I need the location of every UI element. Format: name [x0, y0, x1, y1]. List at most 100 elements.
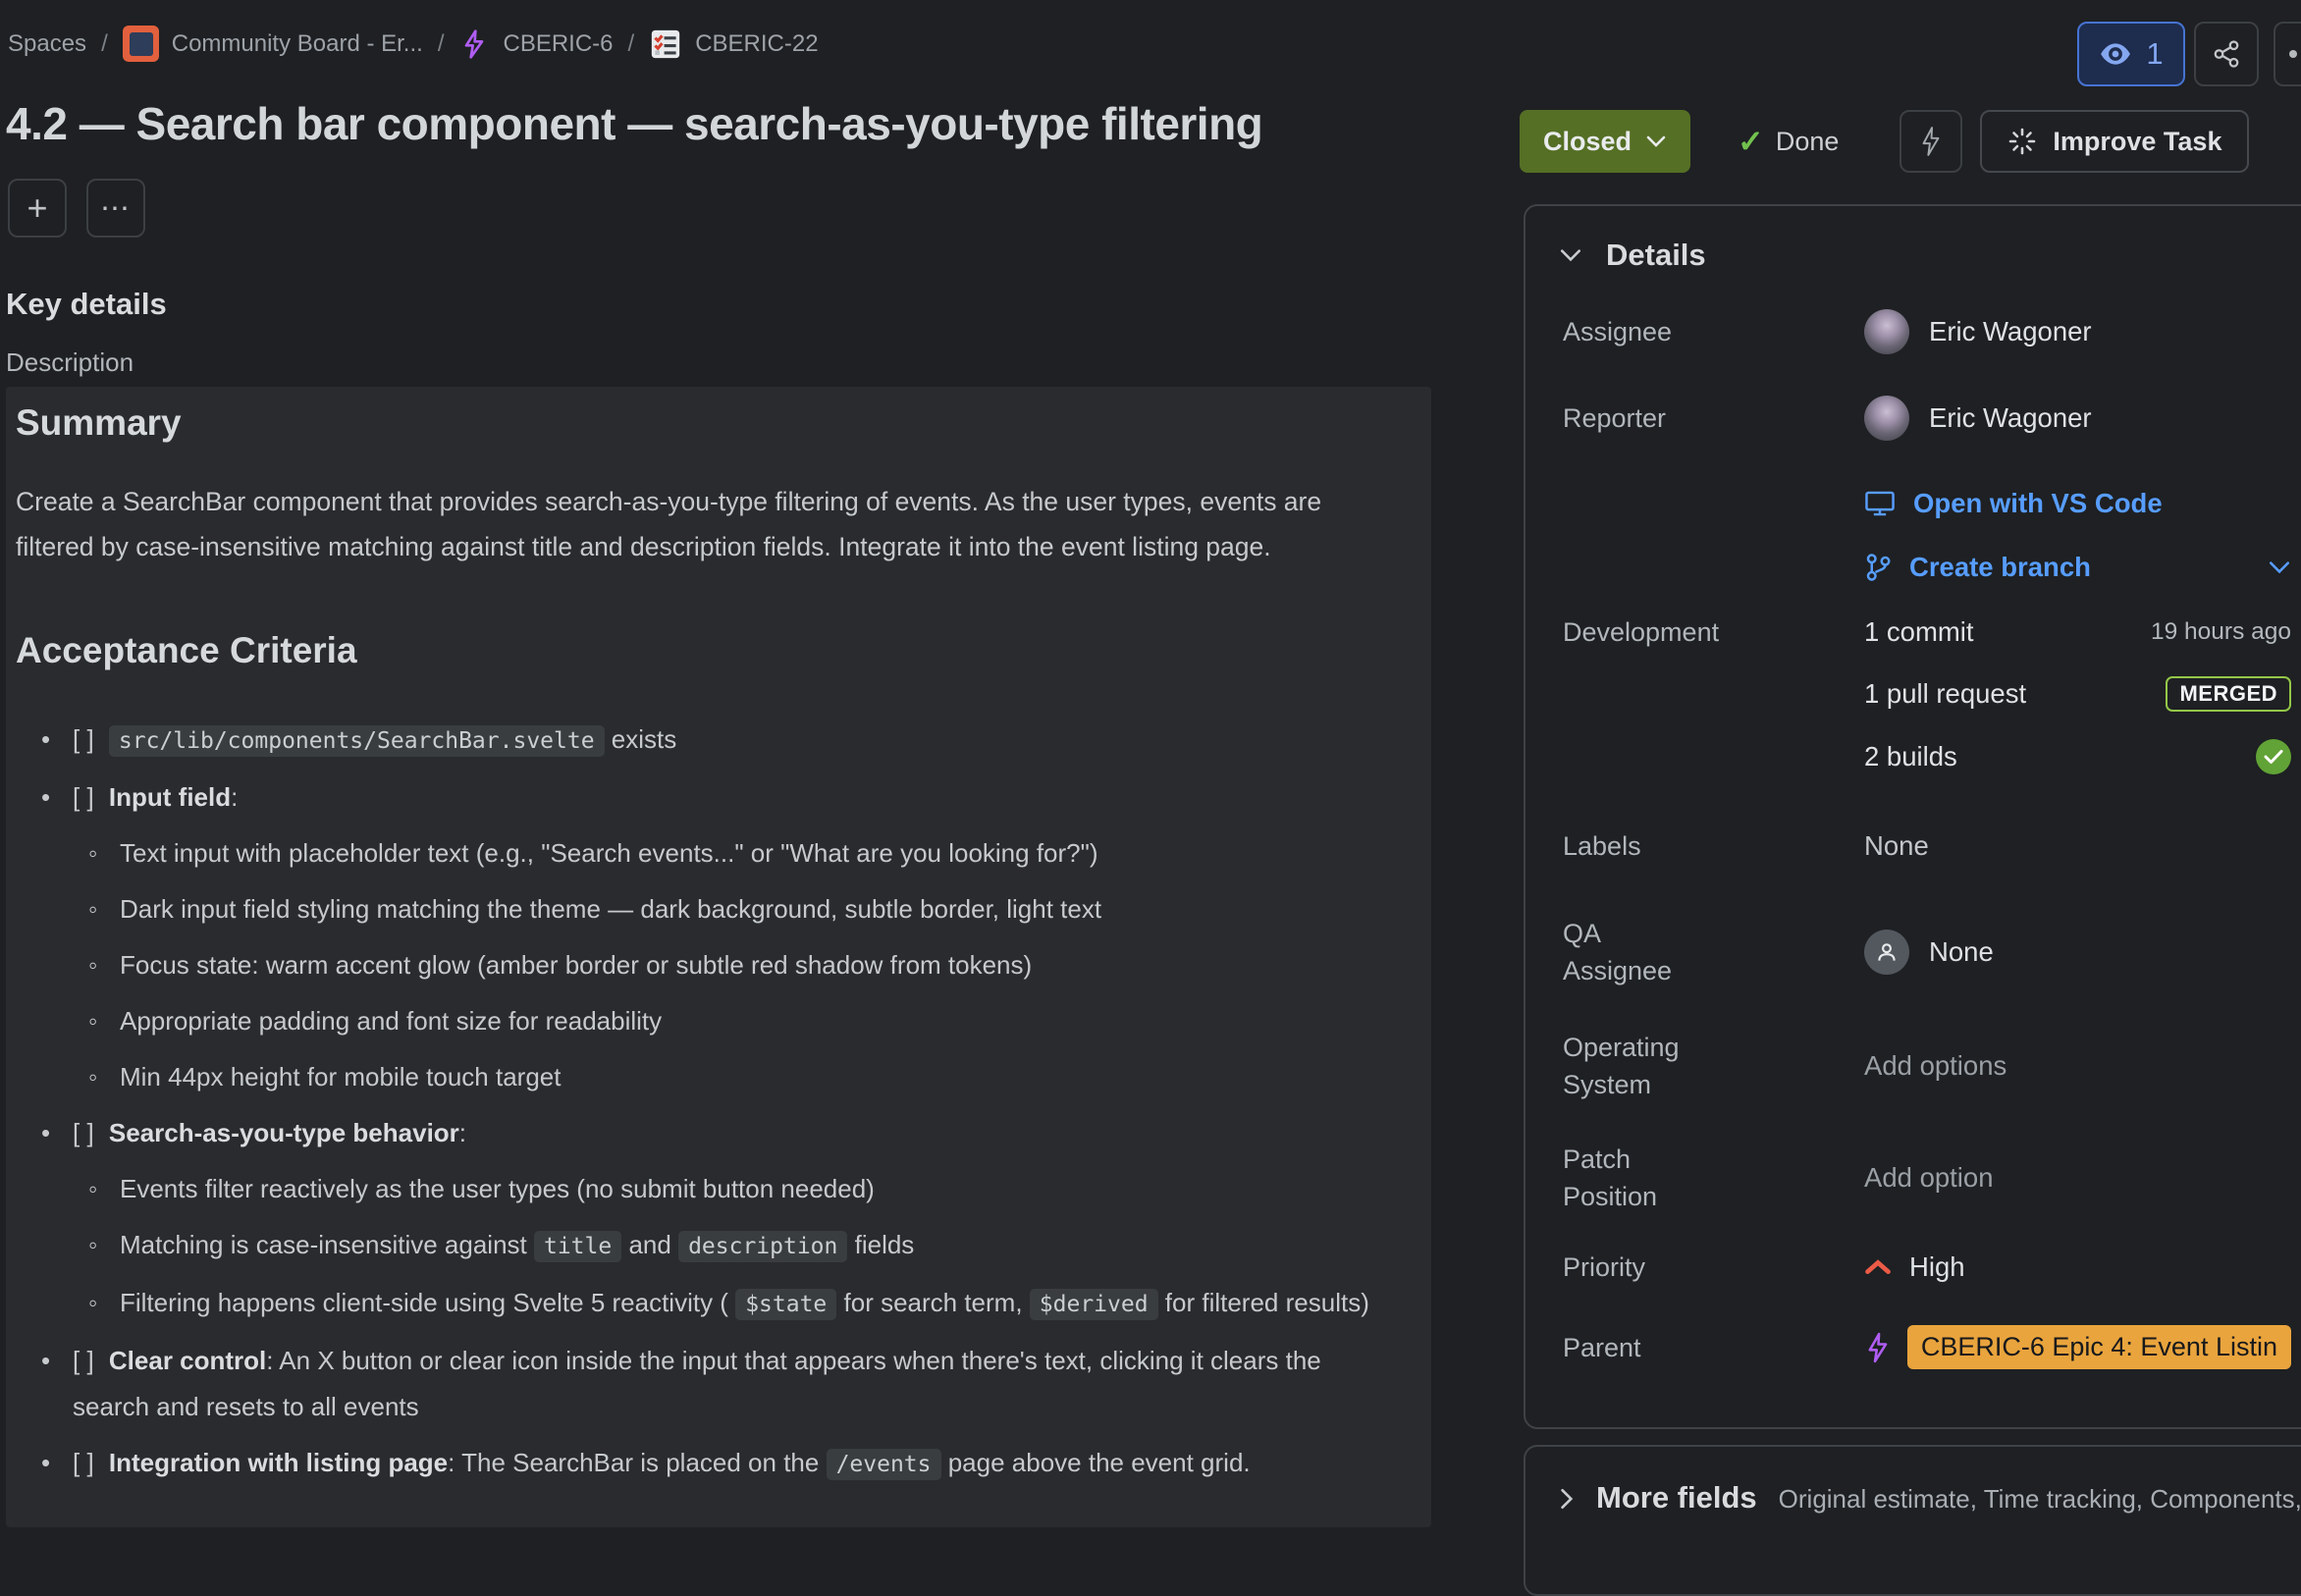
resolution-label: Done [1776, 127, 1840, 157]
text: Appropriate padding and font size for re… [120, 1006, 662, 1036]
lightning-icon [1918, 126, 1944, 157]
pull-request-row: 1 pull request MERGED [1563, 676, 2291, 712]
builds-link[interactable]: 2 builds [1864, 741, 1957, 772]
text: exists [605, 724, 677, 754]
checklist-item: Dark input field styling matching the th… [16, 886, 1390, 932]
plus-icon: + [27, 187, 47, 229]
checklist-item: Focus state: warm accent glow (amber bor… [16, 942, 1390, 988]
priority-label: Priority [1563, 1249, 1864, 1286]
text: fields [847, 1230, 914, 1259]
text: Matching is case-insensitive against [120, 1230, 534, 1259]
text: Text input with placeholder text (e.g., … [120, 838, 1098, 868]
person-placeholder-icon [1864, 930, 1909, 975]
improve-task-label: Improve Task [2053, 127, 2221, 157]
breadcrumb-task[interactable]: CBERIC-22 [649, 27, 818, 61]
acceptance-list: [ ] src/lib/components/SearchBar.svelte … [16, 717, 1390, 1488]
checklist-item: Appropriate padding and font size for re… [16, 998, 1390, 1044]
status-dropdown[interactable]: Closed [1520, 110, 1690, 173]
qa-assignee-name: None [1929, 936, 1994, 968]
ellipsis-icon [2289, 50, 2297, 58]
bold-text: Clear control [109, 1346, 266, 1375]
summary-text: Create a SearchBar component that provid… [16, 479, 1380, 569]
merged-badge: MERGED [2166, 676, 2291, 712]
watch-button[interactable]: 1 [2077, 22, 2185, 86]
parent-epic-badge[interactable]: CBERIC-6 Epic 4: Event Listin [1907, 1325, 2291, 1369]
reporter-value[interactable]: Eric Wagoner [1864, 396, 2291, 441]
quick-actions-button[interactable] [1900, 110, 1962, 173]
operating-system-value[interactable]: Add options [1864, 1050, 2007, 1082]
text: Events filter reactively as the user typ… [120, 1174, 875, 1203]
text: and [621, 1230, 678, 1259]
reporter-row: Reporter Eric Wagoner [1563, 396, 2291, 441]
checkbox-glyph: [ ] [73, 724, 101, 754]
checklist-item: Filtering happens client-side using Svel… [16, 1280, 1390, 1328]
text: : [459, 1118, 466, 1147]
add-button[interactable]: + [8, 179, 67, 238]
text: Focus state: warm accent glow (amber bor… [120, 950, 1032, 980]
labels-row: Labels None [1563, 827, 2291, 865]
labels-value[interactable]: None [1864, 830, 1929, 862]
chevron-down-icon [1559, 247, 1582, 263]
checkbox-glyph: [ ] [73, 782, 101, 812]
patch-position-label: Patch Position [1563, 1141, 1864, 1215]
breadcrumb-spaces[interactable]: Spaces [8, 30, 86, 58]
checklist-item: Min 44px height for mobile touch target [16, 1054, 1390, 1100]
text: : The SearchBar is placed on the [448, 1448, 826, 1477]
more-fields-toggle[interactable]: More fields Original estimate, Time trac… [1559, 1480, 2301, 1516]
create-branch-label: Create branch [1909, 552, 2091, 583]
commit-time: 19 hours ago [2151, 618, 2291, 646]
patch-position-value[interactable]: Add option [1864, 1162, 1994, 1194]
patch-position-row: Patch Position Add option [1563, 1141, 2291, 1215]
qa-assignee-value[interactable]: None [1864, 930, 2291, 975]
share-button[interactable] [2194, 22, 2259, 86]
priority-value[interactable]: High [1864, 1251, 2291, 1283]
assignee-row: Assignee Eric Wagoner [1563, 309, 2291, 354]
chevron-right-icon [1559, 1487, 1575, 1511]
chevron-down-icon[interactable] [2268, 559, 2291, 575]
project-board-icon [123, 26, 159, 62]
create-branch-link[interactable]: Create branch [1864, 552, 2091, 583]
acceptance-heading: Acceptance Criteria [16, 630, 1431, 671]
builds-row: 2 builds [1563, 739, 2291, 774]
details-title: Details [1606, 238, 1706, 273]
reporter-name: Eric Wagoner [1929, 402, 2092, 434]
breadcrumb-epic[interactable]: CBERIC-6 [458, 28, 613, 60]
vscode-row: Open with VS Code [1563, 488, 2291, 519]
avatar [1864, 396, 1909, 441]
git-branch-icon [1864, 553, 1892, 582]
qa-assignee-label: QA Assignee [1563, 915, 1864, 989]
details-header[interactable]: Details [1559, 238, 1706, 273]
checklist-item: [ ] Search-as-you-type behavior: [16, 1110, 1390, 1156]
text: Dark input field styling matching the th… [120, 894, 1101, 924]
epic-lightning-icon [1864, 1331, 1892, 1364]
pull-request-link[interactable]: 1 pull request [1864, 678, 2026, 710]
description-panel[interactable]: Summary Create a SearchBar component tha… [6, 387, 1431, 1527]
assignee-value[interactable]: Eric Wagoner [1864, 309, 2291, 354]
status-label: Closed [1543, 127, 1632, 157]
checklist-item: Text input with placeholder text (e.g., … [16, 830, 1390, 877]
summary-heading: Summary [16, 402, 1431, 444]
checkbox-glyph: [ ] [73, 1118, 101, 1147]
breadcrumb-project[interactable]: Community Board - Er... [123, 26, 423, 62]
code-chip: description [678, 1231, 847, 1262]
watch-count: 1 [2146, 36, 2163, 72]
open-vscode-link[interactable]: Open with VS Code [1864, 488, 2291, 519]
code-chip: /events [827, 1449, 941, 1480]
page-title: 4.2 — Search bar component — search-as-y… [6, 96, 1400, 151]
development-commit-row: Development 1 commit 19 hours ago [1563, 613, 2291, 651]
priority-row: Priority High [1563, 1249, 2291, 1286]
eye-icon [2099, 42, 2132, 66]
text: : [231, 782, 238, 812]
more-button[interactable] [2274, 22, 2301, 86]
commit-link[interactable]: 1 commit [1864, 616, 1974, 648]
content-more-button[interactable]: ⋯ [86, 179, 145, 238]
build-success-icon [2256, 739, 2291, 774]
checkbox-glyph: [ ] [73, 1346, 101, 1375]
development-label: Development [1563, 613, 1864, 651]
qa-assignee-row: QA Assignee None [1563, 915, 2291, 989]
breadcrumb: Spaces / Community Board - Er... / CBERI… [8, 26, 819, 62]
improve-task-button[interactable]: Improve Task [1980, 110, 2249, 173]
monitor-icon [1864, 489, 1896, 518]
code-chip: src/lib/components/SearchBar.svelte [109, 725, 605, 757]
checklist-item: Matching is case-insensitive against tit… [16, 1222, 1390, 1270]
